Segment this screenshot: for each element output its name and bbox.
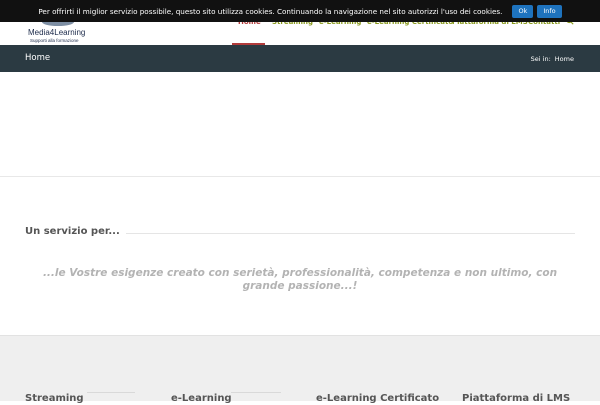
section-divider — [117, 233, 575, 234]
cookie-info-button[interactable]: Info — [537, 4, 562, 18]
footer-col-e-learning: e-Learning — [171, 386, 281, 404]
cookie-message: Per offrirti il miglior servizio possibi… — [38, 6, 503, 16]
section-title: Un servizio per... — [25, 226, 126, 237]
cookie-banner: Per offrirti il miglior servizio possibi… — [0, 0, 600, 22]
footer-col-title[interactable]: e-Learning Certificato — [316, 393, 439, 404]
section-heading: Un servizio per... — [25, 226, 575, 240]
footer-area: Streaming e-Learning e-Learning Certific… — [0, 335, 600, 404]
page-title-bar: Home Sei in: Home — [0, 45, 600, 72]
breadcrumb-prefix: Sei in: — [530, 55, 551, 63]
footer-col-divider — [231, 392, 281, 393]
footer-col-title[interactable]: e-Learning — [171, 393, 232, 404]
footer-col-title[interactable]: Piattaforma di LMS — [462, 393, 570, 404]
footer-col-piattaforma-lms: Piattaforma di LMS — [462, 386, 575, 404]
footer-col-streaming: Streaming — [25, 386, 135, 404]
footer-col-title[interactable]: Streaming — [25, 393, 84, 404]
footer-col-divider — [87, 392, 135, 393]
page-title: Home — [25, 53, 51, 63]
breadcrumb-item-home[interactable]: Home — [555, 55, 574, 63]
footer-col-e-learning-certificato: e-Learning Certificato — [316, 386, 439, 404]
cookie-ok-button[interactable]: Ok — [512, 4, 534, 18]
tagline-quote: ...le Vostre esigenze creato con serietà… — [42, 267, 558, 292]
breadcrumb: Sei in: Home — [531, 55, 574, 63]
main-nav: Home Streaming e-Learning e-Learning Cer… — [0, 18, 600, 45]
hero-area — [0, 72, 600, 177]
